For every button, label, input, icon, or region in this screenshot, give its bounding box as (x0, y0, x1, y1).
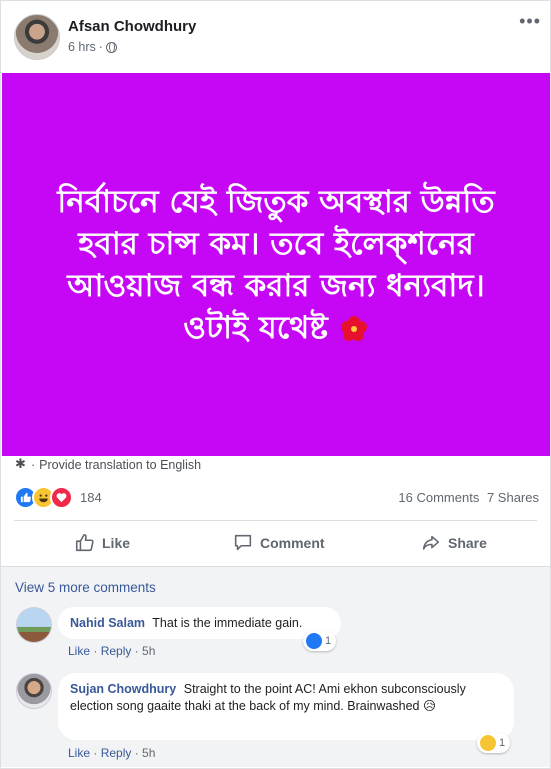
view-more-comments[interactable]: View 5 more comments (15, 580, 156, 595)
love-reaction-icon (50, 486, 73, 509)
divider-comments (1, 566, 550, 567)
comment-actions: Like · Reply · 5h (68, 746, 156, 760)
comment-time[interactable]: 5h (142, 644, 155, 658)
shares-count[interactable]: 7 Shares (487, 490, 539, 505)
meta-separator: · (98, 40, 103, 54)
comment-author[interactable]: Sujan Chowdhury (70, 682, 176, 696)
divider-top (14, 520, 537, 521)
comment-time[interactable]: 5h (142, 746, 155, 760)
comment-reaction-count: 1 (499, 737, 506, 749)
comment-avatar[interactable] (16, 673, 52, 709)
comment-like-link[interactable]: Like (68, 644, 90, 658)
comment-avatar[interactable] (16, 607, 52, 643)
share-icon (422, 535, 440, 550)
comment-icon (234, 534, 252, 551)
gear-icon (15, 456, 27, 472)
ellipsis-icon[interactable]: ••• (519, 11, 541, 32)
post-image[interactable]: নির্বাচনে যেই জিতুক অবস্থার উন্নতি হবার … (2, 73, 550, 456)
comments-count[interactable]: 16 Comments (398, 490, 479, 505)
comment-reaction-badge[interactable]: 1 (477, 733, 511, 753)
comment-reaction-badge[interactable]: 1 (303, 631, 337, 651)
comment-reaction-count: 1 (325, 635, 332, 647)
comment-bubble: Nahid Salam That is the immediate gain. (58, 607, 341, 639)
post-image-text: নির্বাচনে যেই জিতুক অবস্থার উন্নতি হবার … (41, 181, 511, 349)
globe-icon[interactable] (105, 41, 117, 53)
separator-dot: · (31, 458, 36, 472)
comment-like-link[interactable]: Like (68, 746, 90, 760)
thumbs-up-icon (75, 533, 94, 552)
comment-button-label: Comment (260, 535, 325, 551)
haha-reaction-icon (480, 735, 496, 751)
reaction-summary[interactable]: 184 (14, 486, 102, 509)
hibiscus-icon (340, 316, 367, 341)
comment-bubble: Sujan Chowdhury Straight to the point AC… (58, 673, 514, 740)
engagement-stats: 16 Comments 7 Shares (394, 490, 539, 505)
author-avatar[interactable] (14, 14, 60, 60)
post-time[interactable]: 6 hrs (68, 40, 96, 54)
translate-link[interactable]: Provide translation to English (39, 458, 201, 472)
comment-button[interactable]: Comment (232, 532, 325, 554)
post-image-text-content: নির্বাচনে যেই জিতুক অবস্থার উন্নতি হবার … (57, 183, 495, 346)
share-button[interactable]: Share (420, 532, 487, 554)
comment-reply-link[interactable]: Reply (101, 644, 132, 658)
post-meta: 6 hrs · (68, 40, 117, 54)
comment-text: That is the immediate gain. (152, 616, 303, 630)
share-button-label: Share (448, 535, 487, 551)
reaction-count[interactable]: 184 (80, 490, 102, 505)
like-button[interactable]: Like (74, 532, 130, 554)
comment-reply-link[interactable]: Reply (101, 746, 132, 760)
author-name[interactable]: Afsan Chowdhury (68, 18, 196, 35)
comment-author[interactable]: Nahid Salam (70, 616, 145, 630)
like-button-label: Like (102, 535, 131, 551)
like-reaction-icon (306, 633, 322, 649)
translation-row: · Provide translation to English (15, 456, 201, 473)
comment-actions: Like · Reply · 5h (68, 644, 156, 658)
